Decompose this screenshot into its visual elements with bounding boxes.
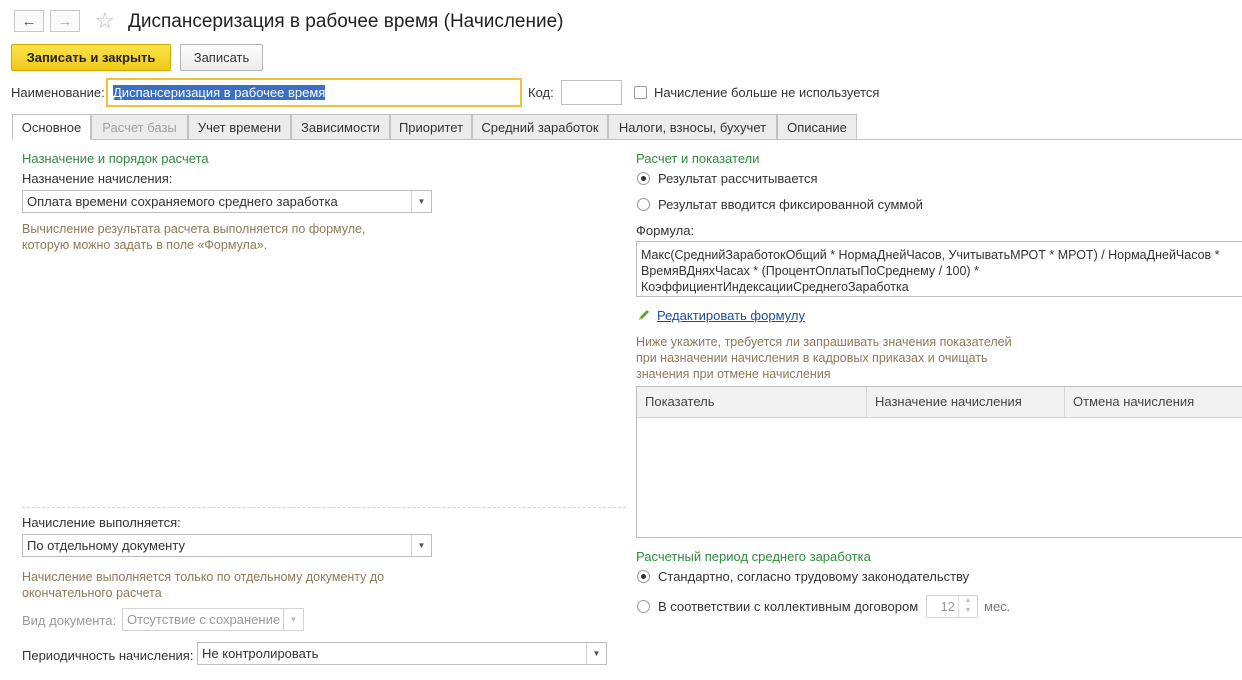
not-used-label: Начисление больше не используется (654, 85, 880, 100)
code-input[interactable] (561, 80, 622, 105)
months-unit: мес. (984, 599, 1011, 614)
arrow-left-icon: ← (21, 12, 37, 30)
chevron-down-icon: ▼ (283, 609, 303, 630)
doc-type-select-value: Отсутствие с сохранение (127, 612, 281, 627)
chevron-down-icon[interactable]: ▼ (586, 643, 606, 664)
formula-line-3: КоэффициентИндексацииСреднегоЗаработка (641, 280, 909, 294)
table-header-divider (637, 417, 1242, 418)
radio-result-fixed-label: Результат вводится фиксированной суммой (658, 197, 923, 212)
right-section-title: Расчет и показатели (636, 151, 760, 166)
indicators-hint-3: значения при отмене начисления (636, 367, 831, 381)
save-button[interactable]: Записать (180, 44, 263, 71)
months-stepper: 12 ▲ ▼ (926, 595, 978, 618)
column-header-cancellation[interactable]: Отмена начисления (1065, 387, 1242, 417)
formula-label: Формула: (636, 223, 695, 238)
periodicity-select[interactable]: Не контролировать ▼ (197, 642, 607, 665)
tab-description[interactable]: Описание (777, 114, 857, 140)
radio-period-standard[interactable] (637, 570, 650, 583)
edit-formula-link[interactable]: Редактировать формулу (657, 308, 805, 323)
formula-textarea[interactable]: Макс(СреднийЗаработокОбщий * НормаДнейЧа… (636, 241, 1242, 297)
purpose-select[interactable]: Оплата времени сохраняемого среднего зар… (22, 190, 432, 213)
months-value: 12 (940, 599, 955, 614)
purpose-select-value: Оплата времени сохраняемого среднего зар… (27, 194, 338, 209)
executed-select[interactable]: По отдельному документу ▼ (22, 534, 432, 557)
indicators-hint-2: при назначении начисления в кадровых при… (636, 351, 988, 365)
tab-average-earnings[interactable]: Средний заработок (472, 114, 608, 140)
period-section-title: Расчетный период среднего заработка (636, 549, 871, 564)
radio-period-standard-label: Стандартно, согласно трудовому законодат… (658, 569, 970, 584)
back-button[interactable]: ← (14, 10, 44, 32)
code-label: Код: (528, 85, 554, 100)
executed-hint-2: окончательного расчета (22, 586, 162, 600)
indicators-hint-1: Ниже укажите, требуется ли запрашивать з… (636, 335, 1012, 349)
purpose-hint-2: которую можно задать в поле «Формула». (22, 238, 268, 252)
formula-line-1: Макс(СреднийЗаработокОбщий * НормаДнейЧа… (641, 248, 1220, 262)
tab-time-accounting[interactable]: Учет времени (188, 114, 291, 140)
name-label: Наименование: (11, 85, 105, 100)
name-input[interactable]: Диспансеризация в рабочее время (106, 78, 522, 107)
radio-result-calculated-label: Результат рассчитывается (658, 171, 818, 186)
not-used-checkbox[interactable] (634, 86, 647, 99)
radio-period-collective[interactable] (637, 600, 650, 613)
formula-line-2: ВремяВДняхЧасах * (ПроцентОплатыПоСредне… (641, 264, 979, 278)
tab-priority[interactable]: Приоритет (390, 114, 472, 140)
doc-type-label: Вид документа: (22, 613, 117, 628)
pencil-icon[interactable] (637, 308, 651, 325)
executed-select-value: По отдельному документу (27, 538, 185, 553)
periodicity-label: Периодичность начисления: (22, 648, 194, 663)
chevron-down-icon[interactable]: ▼ (411, 191, 431, 212)
tab-taxes[interactable]: Налоги, взносы, бухучет (608, 114, 777, 140)
chevron-down-icon[interactable]: ▼ (411, 535, 431, 556)
radio-result-calculated[interactable] (637, 172, 650, 185)
purpose-label: Назначение начисления: (22, 171, 173, 186)
name-input-value: Диспансеризация в рабочее время (113, 85, 326, 100)
doc-type-select: Отсутствие с сохранение ▼ (122, 608, 304, 631)
tab-base-calculation[interactable]: Расчет базы (91, 114, 188, 140)
save-and-close-button[interactable]: Записать и закрыть (11, 44, 171, 71)
radio-period-collective-label: В соответствии с коллективным договором (658, 599, 919, 614)
forward-button[interactable]: → (50, 10, 80, 32)
tabs-underline (91, 139, 1242, 140)
column-header-assignment[interactable]: Назначение начисления (867, 387, 1065, 417)
indicators-table[interactable]: Показатель Назначение начисления Отмена … (636, 386, 1242, 538)
left-divider (22, 507, 626, 508)
column-header-indicator[interactable]: Показатель (637, 387, 867, 417)
favorite-star-icon[interactable]: ☆ (95, 8, 115, 34)
left-section-title: Назначение и порядок расчета (22, 151, 209, 166)
periodicity-select-value: Не контролировать (202, 646, 319, 661)
tab-dependencies[interactable]: Зависимости (291, 114, 390, 140)
stepper-arrows-icon: ▲ ▼ (958, 596, 977, 617)
executed-label: Начисление выполняется: (22, 515, 181, 530)
arrow-right-icon: → (57, 12, 73, 30)
tab-main[interactable]: Основное (12, 114, 91, 140)
radio-result-fixed[interactable] (637, 198, 650, 211)
purpose-hint-1: Вычисление результата расчета выполняетс… (22, 222, 366, 236)
page-title: Диспансеризация в рабочее время (Начисле… (128, 11, 564, 32)
executed-hint-1: Начисление выполняется только по отдельн… (22, 570, 385, 584)
